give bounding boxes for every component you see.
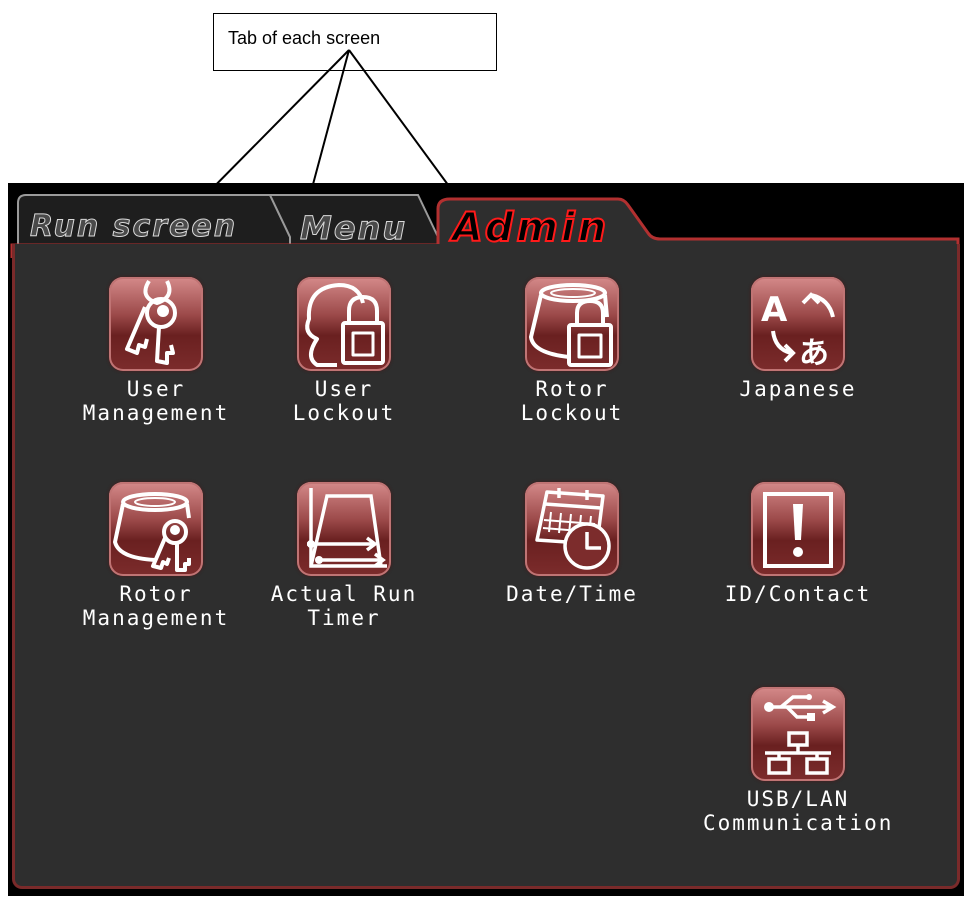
svg-text:あ: あ	[799, 336, 829, 371]
user-management-button[interactable]: User Management	[61, 277, 251, 425]
exclamation-icon	[751, 482, 845, 576]
tile-label: Rotor Management	[82, 582, 230, 630]
user-lockout-button[interactable]: User Lockout	[249, 277, 439, 425]
usb-lan-communication-button[interactable]: USB/LAN Communication	[703, 687, 893, 835]
tile-label: User Management	[82, 377, 230, 425]
svg-text:A: A	[761, 290, 788, 330]
admin-panel: User Management User Lockout Rotor Locko…	[12, 244, 960, 889]
rotor-keys-icon	[109, 482, 203, 576]
rotor-management-button[interactable]: Rotor Management	[61, 482, 251, 630]
tab-menu[interactable]: Menu	[299, 209, 407, 248]
callout-text: Tab of each screen	[228, 28, 381, 48]
language-icon: A あ	[751, 277, 845, 371]
tile-label: ID/Contact	[724, 582, 872, 606]
tile-label: User Lockout	[292, 377, 396, 425]
tab-run-screen[interactable]: Run screen	[29, 209, 237, 245]
japanese-button[interactable]: A あ Japanese	[703, 277, 893, 401]
actual-run-timer-button[interactable]: Actual Run Timer	[249, 482, 439, 630]
tile-label: USB/LAN Communication	[703, 787, 894, 835]
tile-label: Actual Run Timer	[270, 582, 418, 630]
calendar-clock-icon	[525, 482, 619, 576]
admin-screen: Run screen Menu Admin User Management Us…	[8, 183, 964, 896]
keys-icon	[109, 277, 203, 371]
date-time-button[interactable]: Date/Time	[477, 482, 667, 606]
run-timer-icon	[297, 482, 391, 576]
tile-label: Japanese	[739, 377, 857, 401]
user-lock-icon	[297, 277, 391, 371]
rotor-lockout-button[interactable]: Rotor Lockout	[477, 277, 667, 425]
tile-label: Date/Time	[506, 582, 638, 606]
id-contact-button[interactable]: ID/Contact	[703, 482, 893, 606]
tile-label: Rotor Lockout	[520, 377, 624, 425]
rotor-lock-icon	[525, 277, 619, 371]
usb-lan-icon	[751, 687, 845, 781]
callout-box: Tab of each screen	[213, 13, 497, 71]
